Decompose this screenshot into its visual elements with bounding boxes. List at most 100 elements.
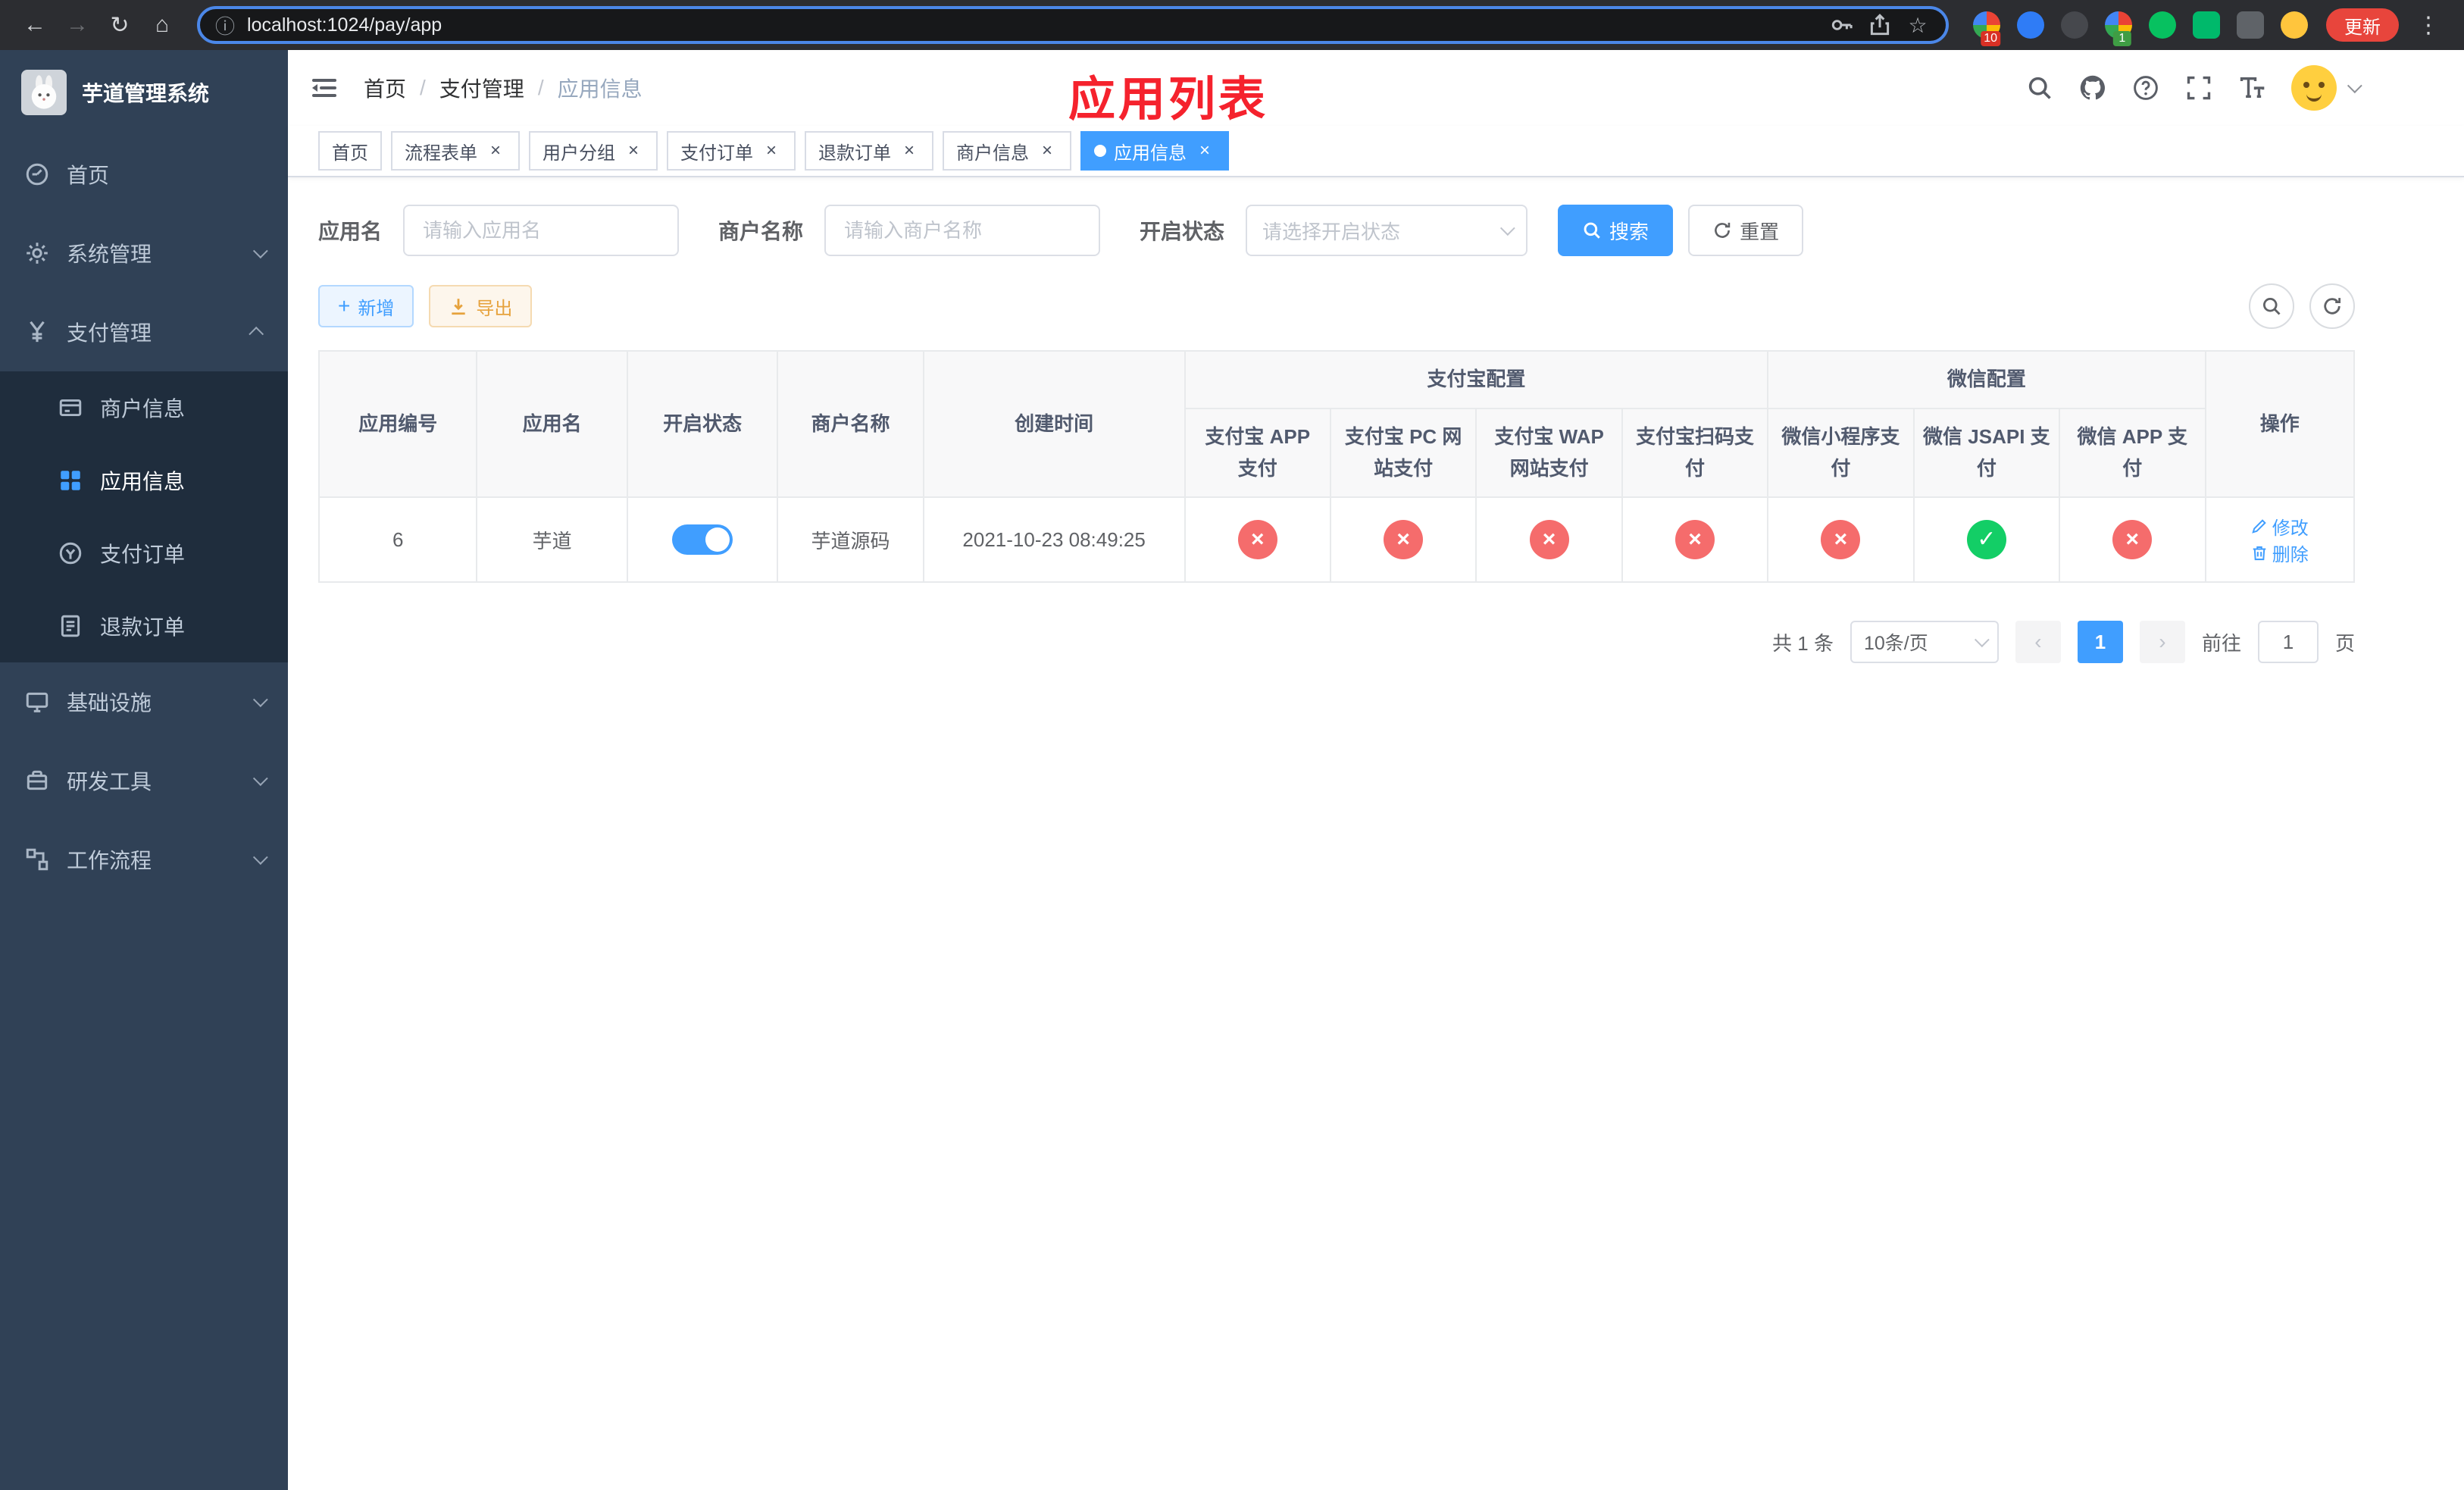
address-bar[interactable]: ⓘ localhost:1024/pay/app ☆ <box>197 6 1949 44</box>
chevron-down-icon <box>1974 632 1990 648</box>
tab-home[interactable]: 首页 <box>318 131 382 171</box>
sidebar-item-payment-orders[interactable]: 支付订单 <box>0 517 288 590</box>
extension-dark-pin-icon[interactable] <box>2237 11 2264 39</box>
status-toggle[interactable] <box>672 524 733 556</box>
sidebar-item-refund-orders[interactable]: 退款订单 <box>0 590 288 662</box>
tab-app-info[interactable]: 应用信息 × <box>1080 131 1229 171</box>
tab-close-icon[interactable]: × <box>1037 140 1058 161</box>
sidebar-item-label: 支付订单 <box>100 543 186 566</box>
chevron-down-icon <box>252 692 268 708</box>
toggle-search-button[interactable] <box>2249 283 2294 329</box>
infra-icon <box>24 689 50 715</box>
logo-rabbit-avatar <box>21 70 67 115</box>
tab-close-icon[interactable]: × <box>761 140 782 161</box>
browser-menu-icon[interactable]: ⋮ <box>2408 12 2449 39</box>
tab-label: 首页 <box>332 142 368 164</box>
add-button[interactable]: + 新增 <box>318 285 414 327</box>
tab-payment-orders[interactable]: 支付订单 × <box>667 131 796 171</box>
tab-close-icon[interactable]: × <box>485 140 506 161</box>
column-header: 支付宝 APP 支付 <box>1184 408 1331 499</box>
breadcrumb-item[interactable]: 首页 <box>364 73 406 103</box>
fullscreen-icon[interactable] <box>2185 74 2212 102</box>
sidebar-item-merchant-info[interactable]: 商户信息 <box>0 371 288 444</box>
export-button[interactable]: 导出 <box>429 285 533 327</box>
browser-update-button[interactable]: 更新 <box>2326 8 2399 42</box>
app-name-input[interactable] <box>403 205 680 256</box>
sidebar-item-dev-tools[interactable]: 研发工具 <box>0 741 288 820</box>
sidebar-item-system-management[interactable]: 系统管理 <box>0 214 288 293</box>
extension-dark-shield-icon[interactable] <box>2061 11 2088 39</box>
config-enabled-icon: ✓ <box>1966 520 2006 560</box>
tab-merchant-info[interactable]: 商户信息 × <box>943 131 1071 171</box>
extension-emoji-face-icon[interactable] <box>2281 11 2308 39</box>
extension-green-notebook-icon[interactable] <box>2193 11 2220 39</box>
table-toolbar: + 新增 导出 <box>318 283 2355 329</box>
user-avatar-menu[interactable] <box>2291 65 2362 111</box>
browser-back-button[interactable]: ← <box>15 5 55 45</box>
sidebar-item-workflow[interactable]: 工作流程 <box>0 820 288 899</box>
prev-page-button[interactable]: ‹ <box>2015 621 2061 664</box>
config-disabled-icon: × <box>1821 520 1861 560</box>
delete-label: 删除 <box>2272 545 2309 566</box>
sidebar-item-payment-management[interactable]: 支付管理 <box>0 293 288 371</box>
avatar <box>2291 65 2337 111</box>
tags-view-bar: 首页 流程表单 × 用户分组 × 支付订单 × 退款订单 × 商户信息 × 应用信息 × <box>288 126 2464 177</box>
sidebar-collapse-icon[interactable] <box>309 73 339 103</box>
extension-colorful-grid-icon[interactable]: 10 <box>1973 11 2001 46</box>
cell-status <box>626 496 779 584</box>
merchant-name-input[interactable] <box>824 205 1101 256</box>
tab-close-icon[interactable]: × <box>623 140 644 161</box>
tab-label: 流程表单 <box>405 142 477 164</box>
password-key-icon[interactable] <box>1829 12 1855 38</box>
refresh-icon <box>1712 221 1732 240</box>
cell-config-status: × <box>1475 496 1623 584</box>
config-disabled-icon: × <box>1237 520 1277 560</box>
page-size-select[interactable]: 10条/页 <box>1850 621 1999 664</box>
goto-label: 前往 <box>2201 631 2241 655</box>
extension-colorful-tool-icon[interactable]: 1 <box>2105 11 2132 46</box>
search-button[interactable]: 搜索 <box>1558 205 1674 256</box>
column-header: 支付宝 PC 网站支付 <box>1329 408 1477 499</box>
header-search-icon[interactable] <box>2026 74 2053 102</box>
tab-user-group[interactable]: 用户分组 × <box>529 131 658 171</box>
status-select[interactable]: 请选择开启状态 <box>1246 205 1528 256</box>
refresh-table-button[interactable] <box>2309 283 2355 329</box>
chevron-down-icon <box>2347 78 2362 94</box>
column-header: 微信 APP 支付 <box>2059 408 2206 499</box>
sidebar-item-infrastructure[interactable]: 基础设施 <box>0 662 288 741</box>
font-size-icon[interactable] <box>2238 74 2265 102</box>
share-icon[interactable] <box>1867 12 1893 38</box>
github-icon[interactable] <box>2079 74 2106 102</box>
dashboard-icon <box>24 161 50 187</box>
goto-page-input[interactable] <box>2257 621 2319 664</box>
extension-blue-drop-icon[interactable] <box>2017 11 2044 39</box>
browser-home-button[interactable]: ⌂ <box>142 5 182 45</box>
browser-refresh-button[interactable]: ↻ <box>100 5 139 45</box>
cell-created-time: 2021-10-23 08:49:25 <box>922 496 1186 584</box>
bookmark-star-icon[interactable]: ☆ <box>1905 12 1931 38</box>
column-header: 微信 JSAPI 支付 <box>1912 408 2061 499</box>
app-logo[interactable]: 芋道管理系统 <box>0 50 288 135</box>
sidebar-item-label: 首页 <box>67 164 110 187</box>
extension-wechat-devtools-icon[interactable] <box>2149 11 2176 39</box>
page-number-1[interactable]: 1 <box>2077 621 2123 664</box>
config-disabled-icon: × <box>1675 520 1715 560</box>
next-page-button[interactable]: › <box>2139 621 2185 664</box>
site-info-icon[interactable]: ⓘ <box>215 11 235 39</box>
sidebar-item-label: 支付管理 <box>67 321 152 345</box>
tab-close-icon[interactable]: × <box>899 140 920 161</box>
help-icon[interactable] <box>2132 74 2159 102</box>
breadcrumb-item[interactable]: 支付管理 <box>439 73 524 103</box>
cell-config-status: ✓ <box>1912 496 2061 584</box>
tab-process-form[interactable]: 流程表单 × <box>391 131 520 171</box>
delete-link[interactable]: 删除 <box>2251 540 2309 566</box>
browser-forward-button[interactable]: → <box>58 5 97 45</box>
add-button-label: 新增 <box>358 298 395 319</box>
tab-close-icon[interactable]: × <box>1194 140 1215 161</box>
reset-button[interactable]: 重置 <box>1688 205 1804 256</box>
sidebar-item-home[interactable]: 首页 <box>0 135 288 214</box>
tab-refund-orders[interactable]: 退款订单 × <box>805 131 933 171</box>
sidebar-item-app-info[interactable]: 应用信息 <box>0 444 288 517</box>
edit-link[interactable]: 修改 <box>2251 513 2309 540</box>
url-text[interactable]: localhost:1024/pay/app <box>247 14 1817 36</box>
